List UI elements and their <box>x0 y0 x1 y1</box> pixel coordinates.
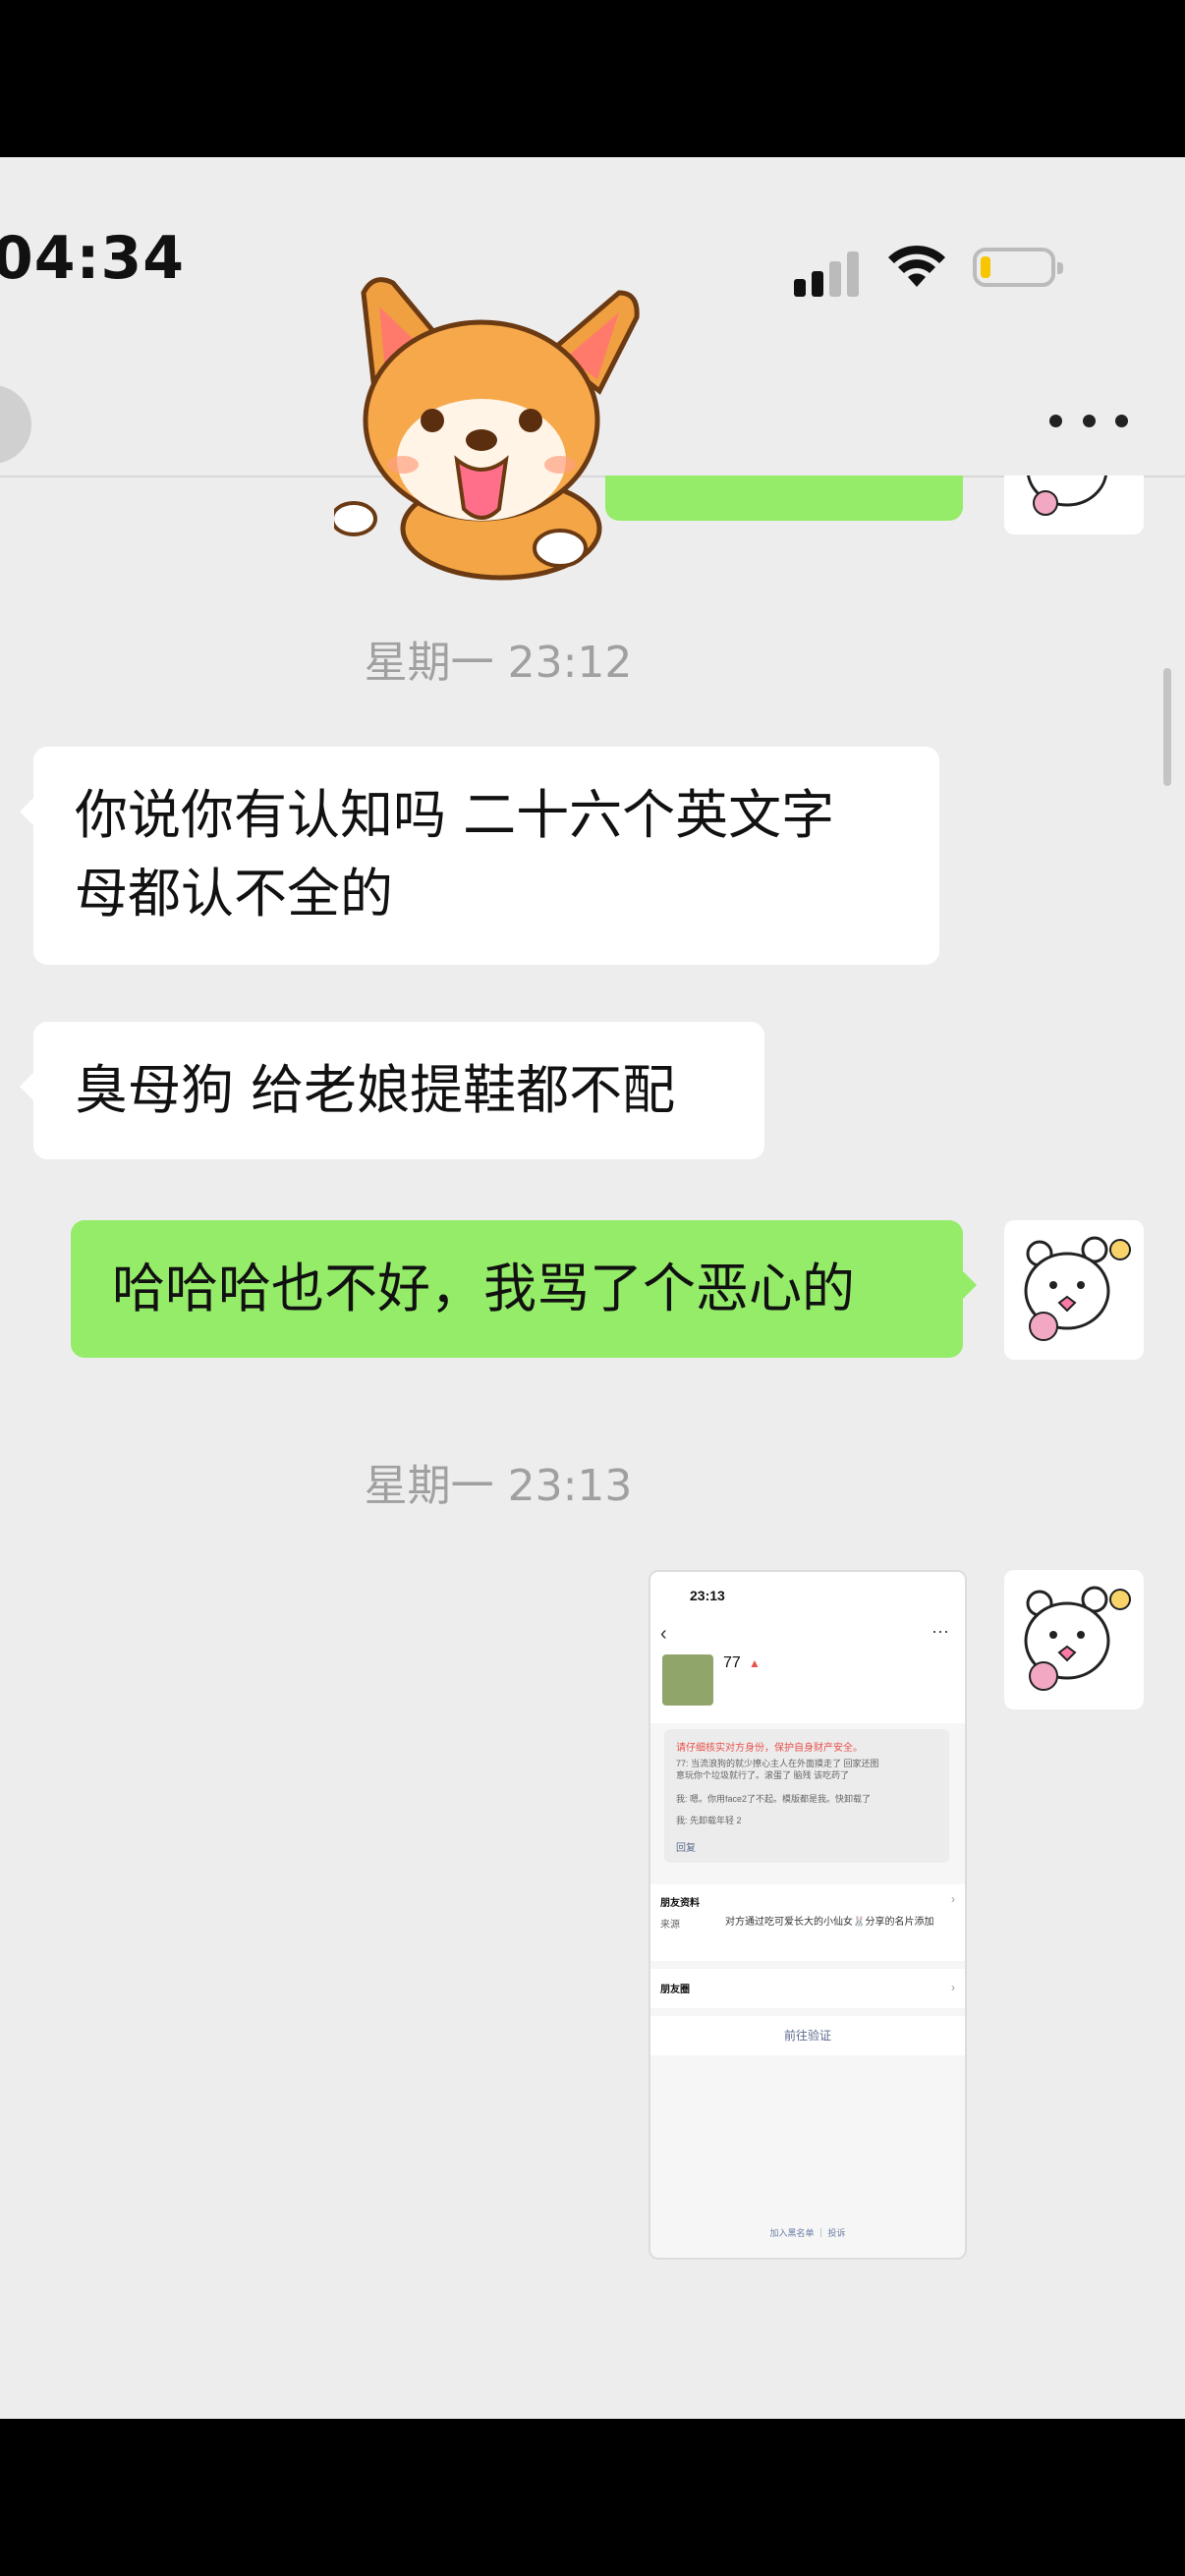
chat-line: 意玩你个垃圾就行了。滚蛋了 脑残 该吃药了 <box>676 1770 850 1780</box>
wifi-icon <box>888 245 945 287</box>
more-dots-icon[interactable] <box>1049 401 1128 440</box>
screenshot-profile-card: 朋友资料 › 来源 对方通过吃可爱长大的小仙女🐰分享的名片添加 <box>650 1884 965 1961</box>
screenshot-moments: 朋友圈 › <box>650 1969 965 2008</box>
message-text-line: 母都认不全的 <box>75 863 393 924</box>
screenshot-notice: 请仔细核实对方身份，保护自身财产安全。 77: 当流浪狗的就少撩心主人在外面摸走… <box>664 1729 949 1863</box>
avatar[interactable] <box>1004 476 1144 534</box>
reply-link: 回复 <box>676 1843 696 1854</box>
source-value: 对方通过吃可爱长大的小仙女🐰分享的名片添加 <box>725 1917 934 1928</box>
chat-line: 我: 先卸载年轻 2 <box>676 1816 742 1825</box>
received-message-bubble[interactable]: 臭母狗 给老娘提鞋都不配 <box>20 1022 764 1159</box>
bear-avatar-icon <box>1024 1586 1131 1691</box>
screenshot-footer: 加入黑名单 ｜ 投诉 <box>769 2228 846 2238</box>
corgi-sticker-icon <box>334 277 640 581</box>
screenshot-profile: 77 ▲ <box>650 1641 965 1723</box>
more-dots-icon: ··· <box>931 1621 949 1641</box>
profile-label: 朋友资料 <box>660 1898 700 1909</box>
profile-name: 77 <box>723 1654 741 1671</box>
name-mark-icon: ▲ <box>749 1656 761 1670</box>
sent-message-bubble[interactable]: 哈哈哈也不好，我骂了个恶心的 <box>71 1220 977 1358</box>
profile-photo <box>662 1654 713 1706</box>
image-message[interactable]: 23:13 ‹ ··· 77 ▲ 请仔细核实对方身份，保护自身财产安全。 77:… <box>649 1570 967 2260</box>
verify-label: 前往验证 <box>650 2016 965 2055</box>
timestamp: 星期一 23:12 <box>364 638 633 688</box>
battery-icon <box>973 248 1063 287</box>
scrollbar[interactable] <box>1163 668 1171 786</box>
cellular-signal-icon <box>794 252 863 297</box>
warning-text: 请仔细核实对方身份，保护自身财产安全。 <box>676 1743 863 1754</box>
status-time: 04:34 <box>0 224 185 293</box>
moments-label: 朋友圈 <box>660 1985 690 1995</box>
chat-line: 77: 当流浪狗的就少撩心主人在外面摸走了 回家还图 <box>676 1759 879 1768</box>
chevron-right-icon: › <box>951 1892 955 1906</box>
timestamp: 星期一 23:13 <box>364 1461 633 1511</box>
message-text: 哈哈哈也不好，我骂了个恶心的 <box>112 1258 855 1319</box>
source-label: 来源 <box>660 1920 680 1931</box>
received-message-bubble[interactable]: 你说你有认知吗 二十六个英文字 母都认不全的 <box>20 747 939 965</box>
chevron-right-icon: › <box>951 1981 955 1994</box>
bottom-black-bar <box>0 2419 1185 2576</box>
chat-screen: 04:34 星期一 23:12 你说你有认知吗 二十六个英文字 母都认不全的 臭… <box>0 157 1185 2419</box>
screenshot-header: 23:13 ‹ ··· <box>650 1572 965 1645</box>
message-text: 臭母狗 给老娘提鞋都不配 <box>75 1059 676 1121</box>
chat-line: 我: 嗯。你用face2了不起。模版都是我。快卸载了 <box>676 1794 872 1804</box>
bear-avatar-icon <box>1024 1236 1131 1341</box>
message-text-line: 你说你有认知吗 二十六个英文字 <box>75 784 835 846</box>
avatar[interactable] <box>1004 1220 1144 1360</box>
bear-avatar-icon <box>1027 476 1107 516</box>
screenshot-time: 23:13 <box>690 1588 725 1603</box>
avatar[interactable] <box>1004 1570 1144 1709</box>
